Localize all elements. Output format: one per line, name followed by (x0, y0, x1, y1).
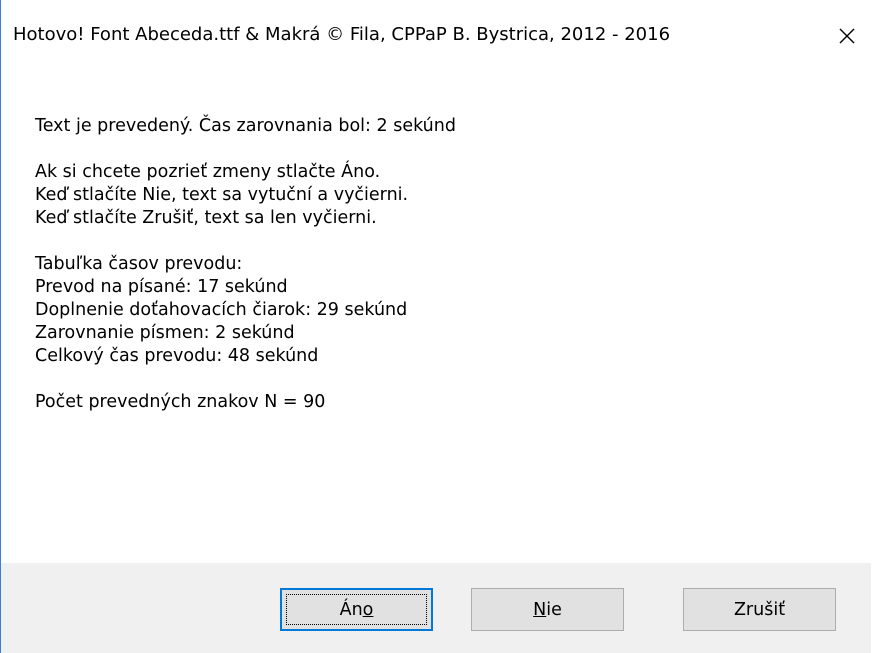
table-row: Celkový čas prevodu: 48 sekúnd (35, 346, 319, 366)
no-button-label: Nie (533, 599, 562, 620)
title-bar[interactable]: Hotovo! Font Abeceda.ttf & Makrá © Fila,… (1, 0, 871, 78)
instruction-line-no: Keď stlačíte Nie, text sa vytuční a vyči… (35, 185, 409, 205)
instruction-line-cancel: Keď stlačíte Zrušiť, text sa len vyčiern… (35, 208, 377, 228)
table-title: Tabuľka časov prevodu: (35, 254, 243, 274)
window-title: Hotovo! Font Abeceda.ttf & Makrá © Fila,… (13, 24, 671, 45)
yes-button[interactable]: Áno (280, 588, 433, 631)
instruction-line-yes: Ak si chcete pozrieť zmeny stlačte Áno. (35, 162, 381, 182)
message-dialog: Hotovo! Font Abeceda.ttf & Makrá © Fila,… (0, 0, 871, 653)
close-icon (839, 28, 855, 44)
close-button[interactable] (827, 16, 867, 56)
table-row: Prevod na písané: 17 sekúnd (35, 277, 288, 297)
table-row: Doplnenie doťahovacích čiarok: 29 sekúnd (35, 300, 408, 320)
char-count: Počet prevedných znakov N = 90 (35, 392, 326, 412)
yes-button-label: Áno (339, 599, 374, 620)
message-body: Text je prevedený. Čas zarovnania bol: 2… (35, 115, 456, 414)
no-button[interactable]: Nie (471, 588, 624, 631)
table-row: Zarovnanie písmen: 2 sekúnd (35, 323, 295, 343)
cancel-button[interactable]: Zrušiť (683, 588, 836, 631)
cancel-button-label: Zrušiť (733, 599, 786, 620)
result-line: Text je prevedený. Čas zarovnania bol: 2… (35, 116, 456, 136)
